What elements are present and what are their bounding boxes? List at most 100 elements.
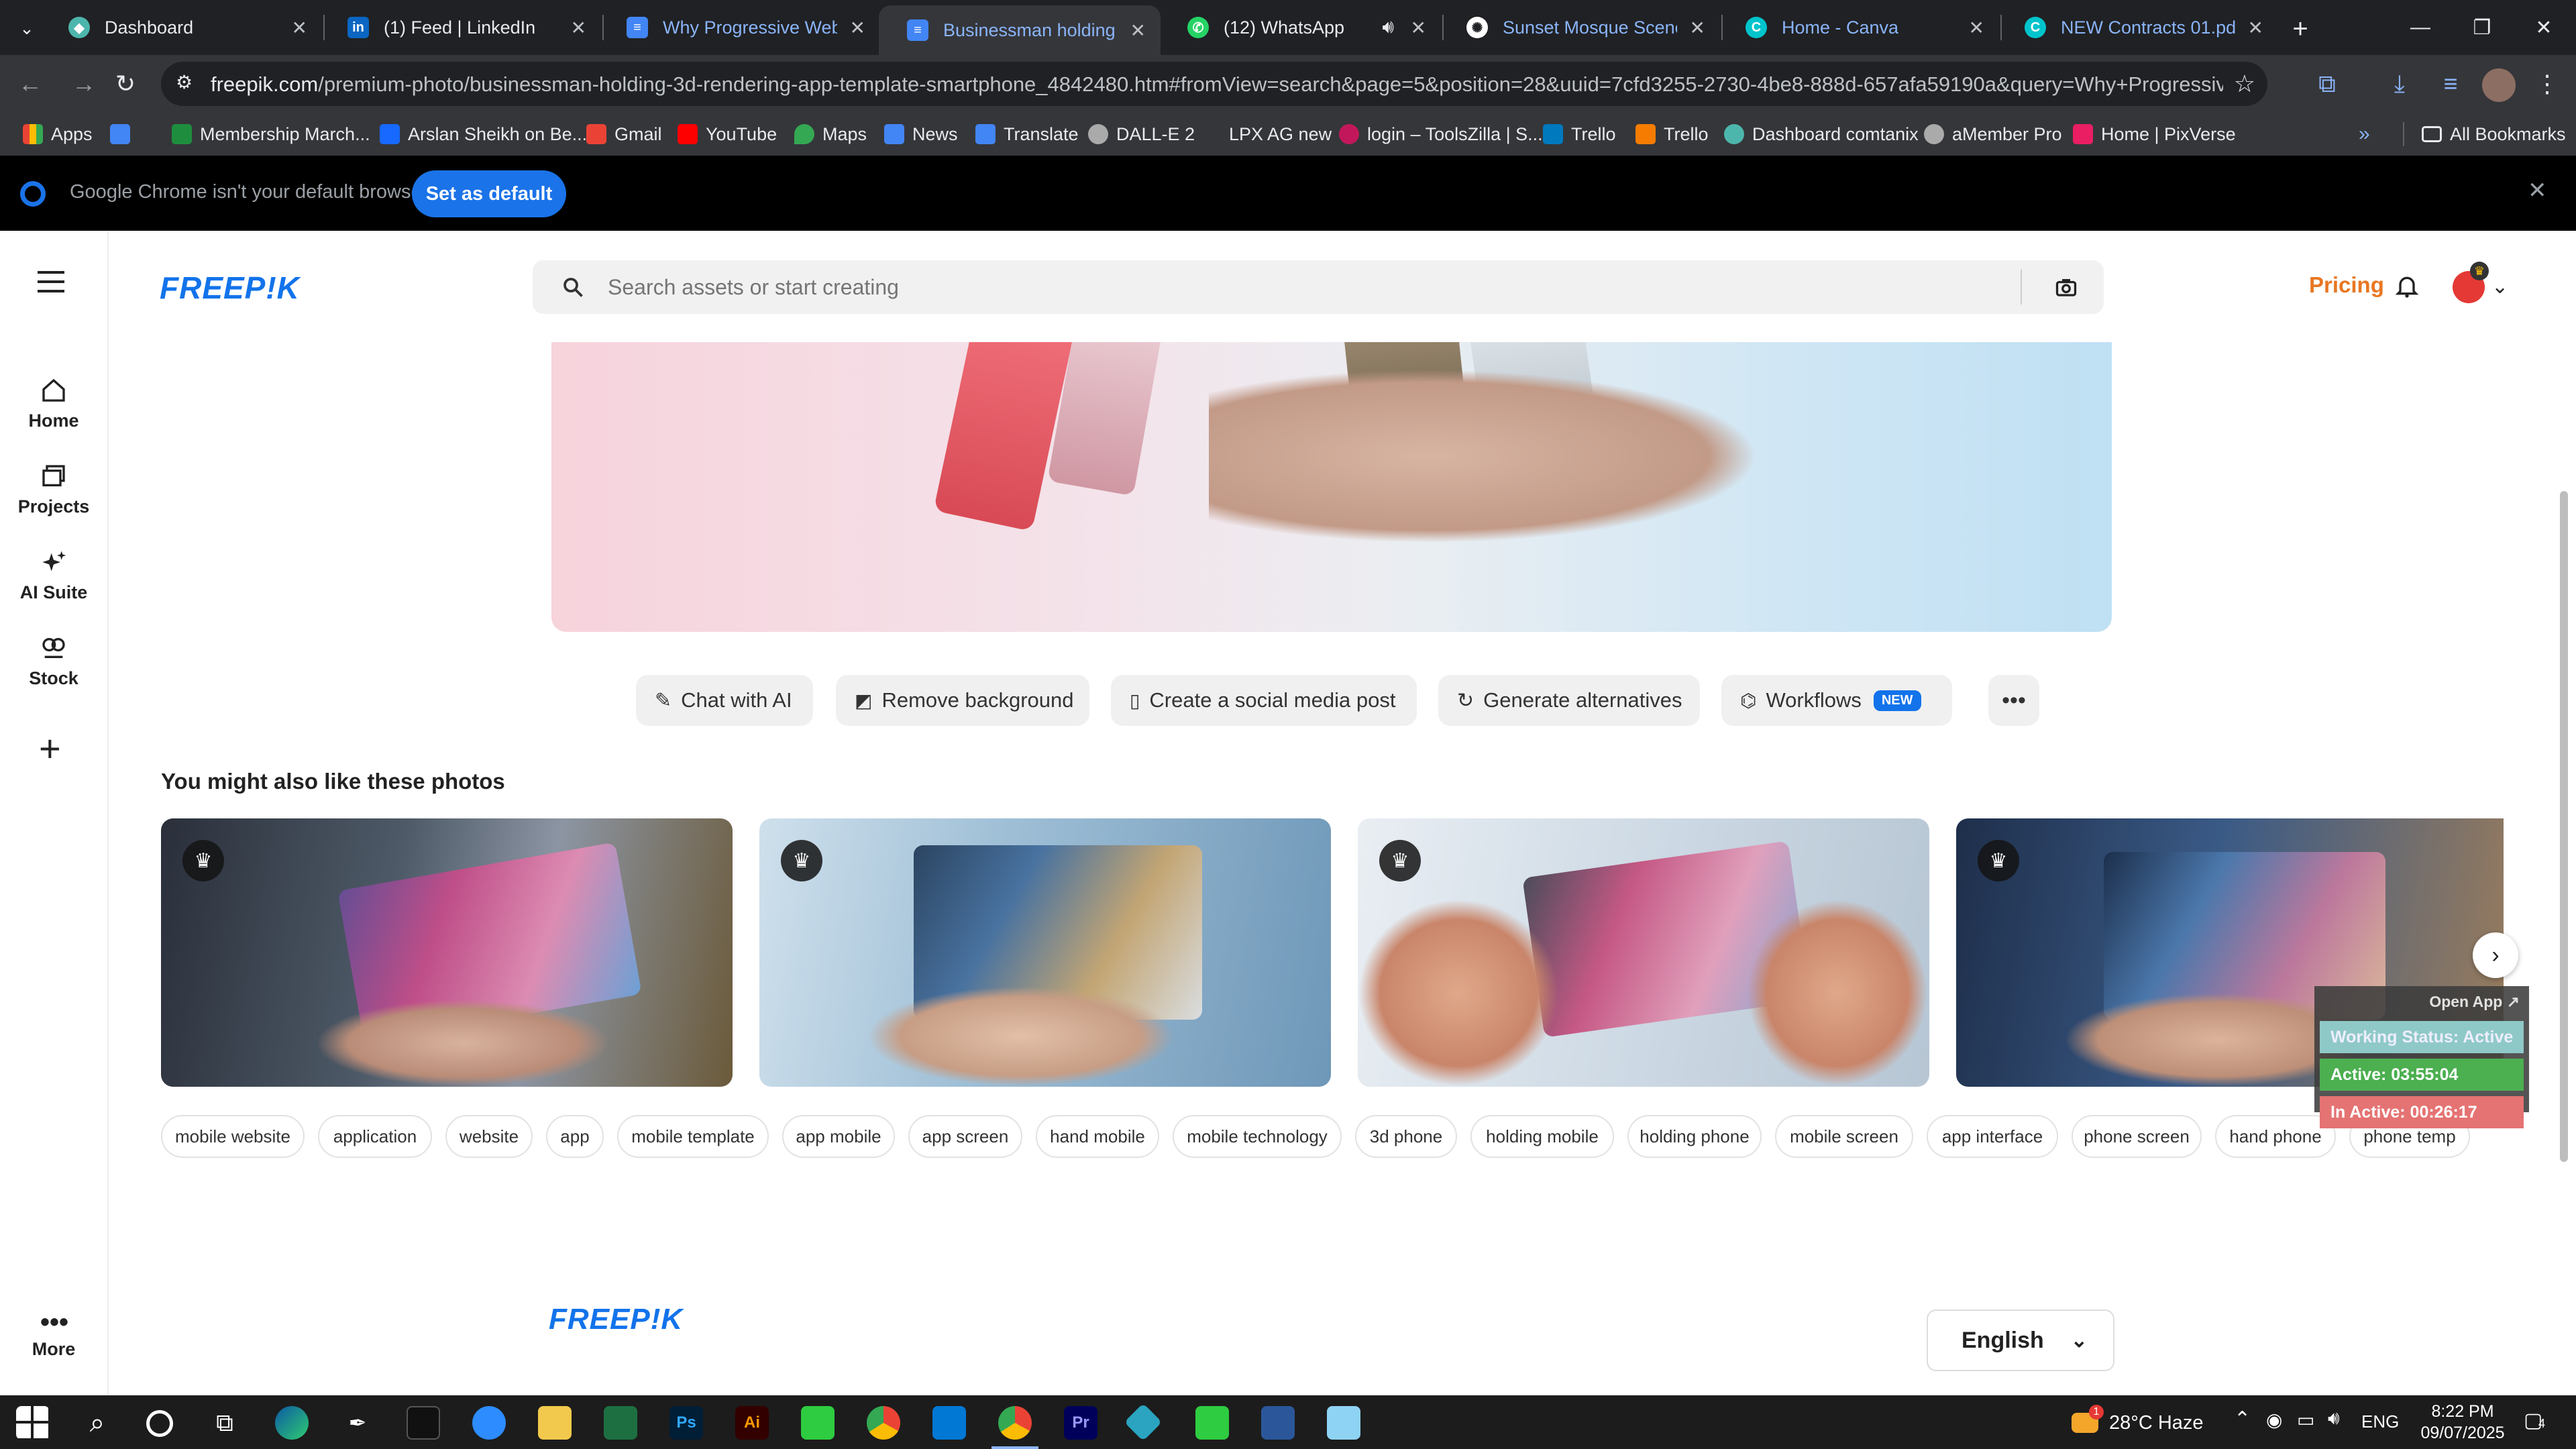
tag-chip[interactable]: app — [546, 1115, 604, 1158]
media-icon[interactable]: ≡ — [2435, 68, 2466, 99]
site-info-icon[interactable]: ⚙ — [176, 71, 201, 97]
star-icon[interactable]: ☆ — [2234, 70, 2255, 98]
profile-avatar[interactable] — [2482, 68, 2516, 102]
app-icon[interactable] — [1124, 1403, 1163, 1442]
bell-icon[interactable] — [2394, 272, 2420, 299]
add-icon[interactable]: + — [39, 730, 61, 767]
app-icon[interactable] — [1327, 1406, 1360, 1440]
related-photo-card[interactable]: ♛ — [161, 818, 733, 1087]
open-app-link[interactable]: Open App ↗ — [2429, 993, 2520, 1011]
all-bookmarks[interactable]: All Bookmarks — [2422, 122, 2566, 146]
premiere-icon[interactable]: Pr — [1064, 1406, 1097, 1440]
tab-sunset-mosque[interactable]: ✺ Sunset Mosque Scene Co ✕ — [1438, 7, 1720, 48]
tag-chip[interactable]: holding phone — [1627, 1115, 1762, 1158]
pricing-link[interactable]: Pricing — [2309, 272, 2384, 298]
excel-icon[interactable] — [604, 1406, 637, 1440]
restore-button[interactable]: ❐ — [2451, 0, 2513, 55]
close-icon[interactable]: ✕ — [850, 17, 865, 39]
zoom-icon[interactable] — [472, 1406, 506, 1440]
bookmark-dalle[interactable]: DALL-E 2 — [1088, 122, 1195, 146]
photoshop-icon[interactable]: Ps — [669, 1406, 703, 1440]
related-photo-card[interactable]: ♛ — [1358, 818, 1929, 1087]
tab-search-button[interactable]: ⌄ — [12, 13, 42, 43]
create-social-post-button[interactable]: ▯ Create a social media post — [1111, 675, 1417, 726]
windows-start-icon[interactable] — [16, 1406, 50, 1440]
vscode-icon[interactable] — [932, 1406, 966, 1440]
bookmark-maps[interactable]: Maps — [794, 122, 867, 146]
sidebar-item-home[interactable]: Home — [0, 377, 107, 431]
tag-chip[interactable]: holding mobile — [1470, 1115, 1614, 1158]
meet-icon[interactable]: ◉ — [2266, 1409, 2282, 1431]
cortana-icon[interactable] — [146, 1410, 173, 1437]
carousel-next-button[interactable]: › — [2473, 932, 2518, 978]
tab-linkedin[interactable]: in (1) Feed | LinkedIn ✕ — [319, 7, 601, 48]
sidebar-item-stock[interactable]: Stock — [0, 635, 107, 689]
more-actions-button[interactable]: ••• — [1988, 675, 2039, 726]
bookmark-item[interactable]: LPX AG new — [1201, 122, 1332, 146]
related-photo-card[interactable]: ♛ — [759, 818, 1331, 1087]
weather-widget[interactable]: 1 28°C Haze — [2072, 1405, 2204, 1438]
search-icon[interactable]: ⌕ — [80, 1406, 114, 1440]
bookmark-item[interactable]: aMember Pro — [1924, 122, 2062, 146]
language-indicator[interactable]: ENG — [2361, 1411, 2399, 1432]
close-icon[interactable]: ✕ — [1690, 17, 1705, 39]
bookmark-trello[interactable]: Trello — [1635, 122, 1709, 146]
word-icon[interactable] — [1261, 1406, 1295, 1440]
bookmark-apps[interactable]: Apps — [23, 122, 93, 146]
tab-contracts[interactable]: C NEW Contracts 01.pdf - 8 ✕ — [1996, 7, 2278, 48]
chevron-up-icon[interactable]: ⌃ — [2234, 1407, 2251, 1431]
reload-button[interactable]: ↻ — [110, 68, 141, 99]
chevron-down-icon[interactable]: ⌄ — [2491, 275, 2508, 299]
tab-businessman[interactable]: ≡ Businessman holding 3d ✕ — [879, 5, 1161, 55]
tag-chip[interactable]: mobile technology — [1173, 1115, 1342, 1158]
camtasia-icon[interactable] — [801, 1406, 835, 1440]
camera-icon[interactable] — [2054, 275, 2078, 299]
menu-kebab-icon[interactable]: ⋮ — [2532, 68, 2563, 99]
tab-canva-home[interactable]: C Home - Canva ✕ — [1717, 7, 1999, 48]
remove-background-button[interactable]: ◩ Remove background — [836, 675, 1089, 726]
tag-chip[interactable]: phone screen — [2072, 1115, 2202, 1158]
tab-whatsapp[interactable]: ✆ (12) WhatsApp 🔊︎ ✕ — [1159, 7, 1441, 48]
page-scrollbar[interactable] — [2560, 491, 2568, 1162]
back-button[interactable]: ← — [15, 68, 46, 99]
chat-with-ai-button[interactable]: ✎ Chat with AI — [636, 675, 813, 726]
workflows-button[interactable]: ⌬ Workflows NEW — [1721, 675, 1952, 726]
bookmark-item[interactable]: Arslan Sheikh on Be... — [380, 122, 587, 146]
download-icon[interactable]: ⤓ — [2384, 68, 2415, 99]
search-bar[interactable] — [533, 260, 2104, 314]
close-icon[interactable]: ✕ — [2248, 17, 2263, 39]
volume-icon[interactable]: 🔊︎ — [2328, 1407, 2340, 1430]
tag-chip[interactable]: website — [445, 1115, 533, 1158]
window-close-button[interactable]: ✕ — [2513, 0, 2575, 55]
chrome-active-icon[interactable] — [998, 1406, 1032, 1440]
terminal-icon[interactable] — [407, 1406, 440, 1440]
bookmark-item[interactable]: Membership March... — [172, 122, 370, 146]
address-bar[interactable]: ⚙ freepik.com/premium-photo/businessman-… — [161, 62, 2267, 106]
close-icon[interactable]: ✕ — [571, 17, 586, 39]
close-icon[interactable]: ✕ — [2528, 177, 2547, 204]
bookmark-item[interactable]: Dashboard comtanix — [1724, 122, 1919, 146]
tag-chip[interactable]: 3d phone — [1355, 1115, 1457, 1158]
chrome-icon[interactable] — [867, 1406, 900, 1440]
generate-alternatives-button[interactable]: ↻ Generate alternatives — [1438, 675, 1700, 726]
tag-chip[interactable]: app interface — [1927, 1115, 2058, 1158]
hamburger-menu-icon[interactable] — [38, 271, 64, 292]
notification-center-icon[interactable]: ▢ 4 — [2524, 1409, 2553, 1436]
bookmarks-overflow-icon[interactable]: » — [2359, 122, 2370, 146]
sidebar-item-projects[interactable]: Projects — [0, 463, 107, 517]
tag-chip[interactable]: mobile screen — [1775, 1115, 1913, 1158]
main-photo[interactable] — [551, 342, 2112, 632]
bookmark-item[interactable]: login – ToolsZilla | S... — [1339, 122, 1543, 146]
pen-icon[interactable]: ✒ — [341, 1406, 374, 1440]
illustrator-icon[interactable]: Ai — [735, 1406, 769, 1440]
camtasia-icon[interactable] — [1195, 1406, 1229, 1440]
bookmark-translate[interactable]: Translate — [975, 122, 1079, 146]
tag-chip[interactable]: mobile website — [161, 1115, 305, 1158]
edge-icon[interactable] — [275, 1406, 309, 1440]
bookmark-news[interactable]: News — [884, 122, 958, 146]
tag-chip[interactable]: app mobile — [782, 1115, 895, 1158]
minimize-button[interactable]: — — [2390, 0, 2451, 55]
language-select[interactable]: English ⌄ — [1927, 1309, 2114, 1371]
sidebar-item-ai-suite[interactable]: AI Suite — [0, 549, 107, 603]
freepik-logo[interactable]: FREEP!K — [160, 270, 300, 306]
